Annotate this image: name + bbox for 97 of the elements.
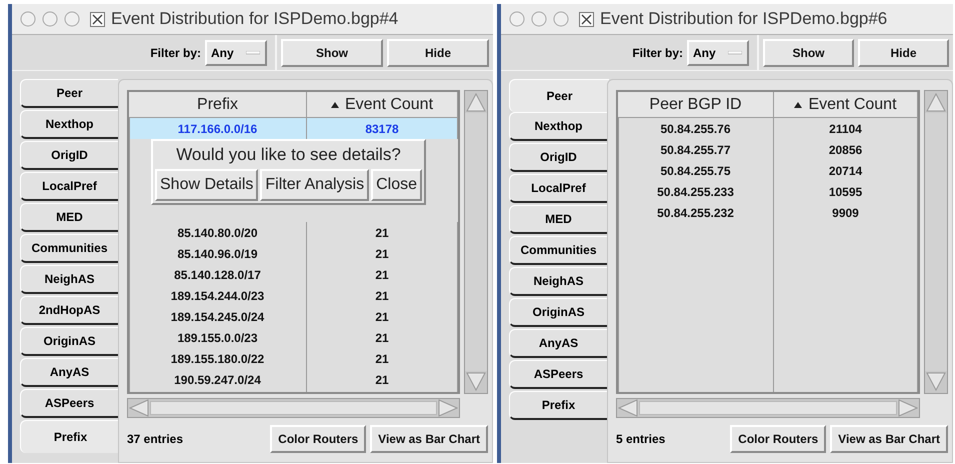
table-cell[interactable]: 189.155.0.0/23 bbox=[129, 327, 307, 348]
table-cell[interactable]: 21 bbox=[307, 243, 458, 264]
filter-dropdown[interactable]: Any bbox=[205, 40, 267, 66]
category-tab[interactable]: AnyAS bbox=[509, 329, 607, 358]
category-tab[interactable]: 2ndHopAS bbox=[20, 296, 118, 325]
window-control-icon[interactable] bbox=[20, 11, 36, 27]
filter-dropdown[interactable]: Any bbox=[687, 40, 749, 66]
scroll-down-arrow-icon[interactable] bbox=[465, 371, 487, 393]
entry-count: 5 entries bbox=[616, 431, 666, 448]
close-box-icon[interactable] bbox=[90, 12, 105, 26]
category-tab[interactable]: Prefix bbox=[20, 420, 120, 453]
sort-ascending-icon bbox=[794, 102, 802, 108]
category-tab[interactable]: Nexthop bbox=[509, 112, 607, 141]
table-cell[interactable]: 9909 bbox=[774, 202, 918, 223]
hide-button[interactable]: Hide bbox=[387, 38, 489, 66]
scroll-down-arrow-icon[interactable] bbox=[925, 371, 947, 393]
dropdown-indicator-icon bbox=[728, 50, 742, 54]
scroll-left-arrow-icon[interactable] bbox=[617, 399, 639, 417]
table-cell[interactable]: 21 bbox=[307, 369, 458, 390]
table-cell[interactable]: 21 bbox=[307, 348, 458, 369]
table-cell[interactable]: 20856 bbox=[774, 139, 918, 160]
vertical-scrollbar[interactable] bbox=[464, 90, 488, 394]
scroll-up-arrow-icon[interactable] bbox=[465, 91, 487, 113]
table-cell[interactable]: 85.140.128.0/17 bbox=[129, 264, 307, 285]
table-cell[interactable]: 50.84.255.77 bbox=[618, 139, 774, 160]
category-tab[interactable]: OrigID bbox=[20, 141, 118, 170]
column-header[interactable]: Peer BGP ID bbox=[618, 92, 774, 118]
close-box-icon[interactable] bbox=[579, 12, 594, 26]
scroll-right-arrow-icon[interactable] bbox=[897, 399, 919, 417]
table-cell[interactable]: 10595 bbox=[774, 181, 918, 202]
category-tab[interactable]: Prefix bbox=[509, 391, 607, 420]
table-cell[interactable]: 21 bbox=[307, 327, 458, 348]
bar-chart-button[interactable]: View as Bar Chart bbox=[830, 425, 948, 453]
table-cell[interactable]: 189.154.245.0/24 bbox=[129, 306, 307, 327]
window-control-icon[interactable] bbox=[553, 11, 569, 27]
category-tab[interactable]: MED bbox=[20, 203, 118, 232]
table-cell[interactable]: 189.154.244.0/23 bbox=[129, 285, 307, 306]
category-tab[interactable]: ASPeers bbox=[20, 389, 118, 418]
horizontal-scrollbar[interactable] bbox=[127, 398, 460, 418]
category-tab[interactable]: NeighAS bbox=[509, 267, 607, 296]
table-cell[interactable]: 190.59.247.0/24 bbox=[129, 369, 307, 390]
table-cell[interactable]: 50.84.255.232 bbox=[618, 202, 774, 223]
table-cell[interactable]: 50.84.255.233 bbox=[618, 181, 774, 202]
filter-label: Filter by: bbox=[632, 44, 683, 62]
hide-button[interactable]: Hide bbox=[858, 38, 949, 66]
category-tab[interactable]: ASPeers bbox=[509, 360, 607, 389]
window-control-icon[interactable] bbox=[509, 11, 525, 27]
category-tab[interactable]: Nexthop bbox=[20, 110, 118, 139]
category-tab[interactable]: Communities bbox=[20, 234, 118, 263]
column-header[interactable]: Event Count bbox=[774, 92, 918, 118]
window-control-icon[interactable] bbox=[531, 11, 547, 27]
show-button[interactable]: Show bbox=[281, 38, 383, 66]
color-routers-button[interactable]: Color Routers bbox=[270, 425, 366, 453]
color-routers-button[interactable]: Color Routers bbox=[730, 425, 826, 453]
horizontal-scrollbar[interactable] bbox=[616, 398, 920, 418]
table-cell[interactable]: 50.84.255.76 bbox=[618, 118, 774, 139]
dropdown-indicator-icon bbox=[246, 50, 260, 54]
category-tab[interactable]: OrigID bbox=[509, 143, 607, 172]
window-control-icon[interactable] bbox=[42, 11, 58, 27]
table-cell[interactable]: 189.155.180.0/22 bbox=[129, 348, 307, 369]
sort-ascending-icon bbox=[330, 102, 339, 108]
window-title: Event Distribution for ISPDemo.bgp#4 bbox=[111, 8, 398, 30]
category-tab[interactable]: OriginAS bbox=[509, 298, 607, 327]
window-title: Event Distribution for ISPDemo.bgp#6 bbox=[600, 8, 888, 30]
filter-label: Filter by: bbox=[150, 44, 201, 62]
category-tab[interactable]: OriginAS bbox=[20, 327, 118, 356]
scroll-left-arrow-icon[interactable] bbox=[128, 399, 150, 417]
table-cell[interactable]: 21 bbox=[307, 222, 458, 243]
category-tab[interactable]: NeighAS bbox=[20, 265, 118, 294]
category-tab[interactable]: Communities bbox=[509, 236, 607, 265]
popup-button[interactable]: Close bbox=[371, 169, 422, 201]
category-tab[interactable]: LocalPref bbox=[20, 172, 118, 201]
vertical-scrollbar[interactable] bbox=[924, 90, 948, 394]
popup-button[interactable]: Show Details bbox=[155, 169, 258, 201]
table-cell[interactable]: 85.140.80.0/20 bbox=[129, 222, 307, 243]
category-tab[interactable]: MED bbox=[509, 205, 607, 234]
popup-button[interactable]: Filter Analysis bbox=[260, 169, 370, 201]
popup-message: Would you like to see details? bbox=[175, 144, 402, 166]
table-cell[interactable]: 20714 bbox=[774, 160, 918, 181]
column-header[interactable]: Event Count bbox=[307, 92, 458, 118]
category-tab[interactable]: Peer bbox=[20, 79, 118, 108]
bar-chart-button[interactable]: View as Bar Chart bbox=[370, 425, 488, 453]
table-cell[interactable]: 50.84.255.75 bbox=[618, 160, 774, 181]
table-cell[interactable]: 21 bbox=[307, 306, 458, 327]
show-button[interactable]: Show bbox=[763, 38, 854, 66]
table-cell[interactable]: 21 bbox=[307, 285, 458, 306]
window-control-icon[interactable] bbox=[64, 11, 80, 27]
table-cell[interactable]: 21 bbox=[307, 264, 458, 285]
scroll-up-arrow-icon[interactable] bbox=[925, 91, 947, 113]
entry-count: 37 entries bbox=[127, 431, 184, 448]
category-tab[interactable]: Peer bbox=[509, 79, 609, 112]
table-cell[interactable]: 85.140.96.0/19 bbox=[129, 243, 307, 264]
column-header[interactable]: Prefix bbox=[129, 92, 307, 118]
category-tab[interactable]: LocalPref bbox=[509, 174, 607, 203]
scroll-right-arrow-icon[interactable] bbox=[437, 399, 459, 417]
category-tab[interactable]: AnyAS bbox=[20, 358, 118, 387]
table-cell[interactable]: 21104 bbox=[774, 118, 918, 139]
